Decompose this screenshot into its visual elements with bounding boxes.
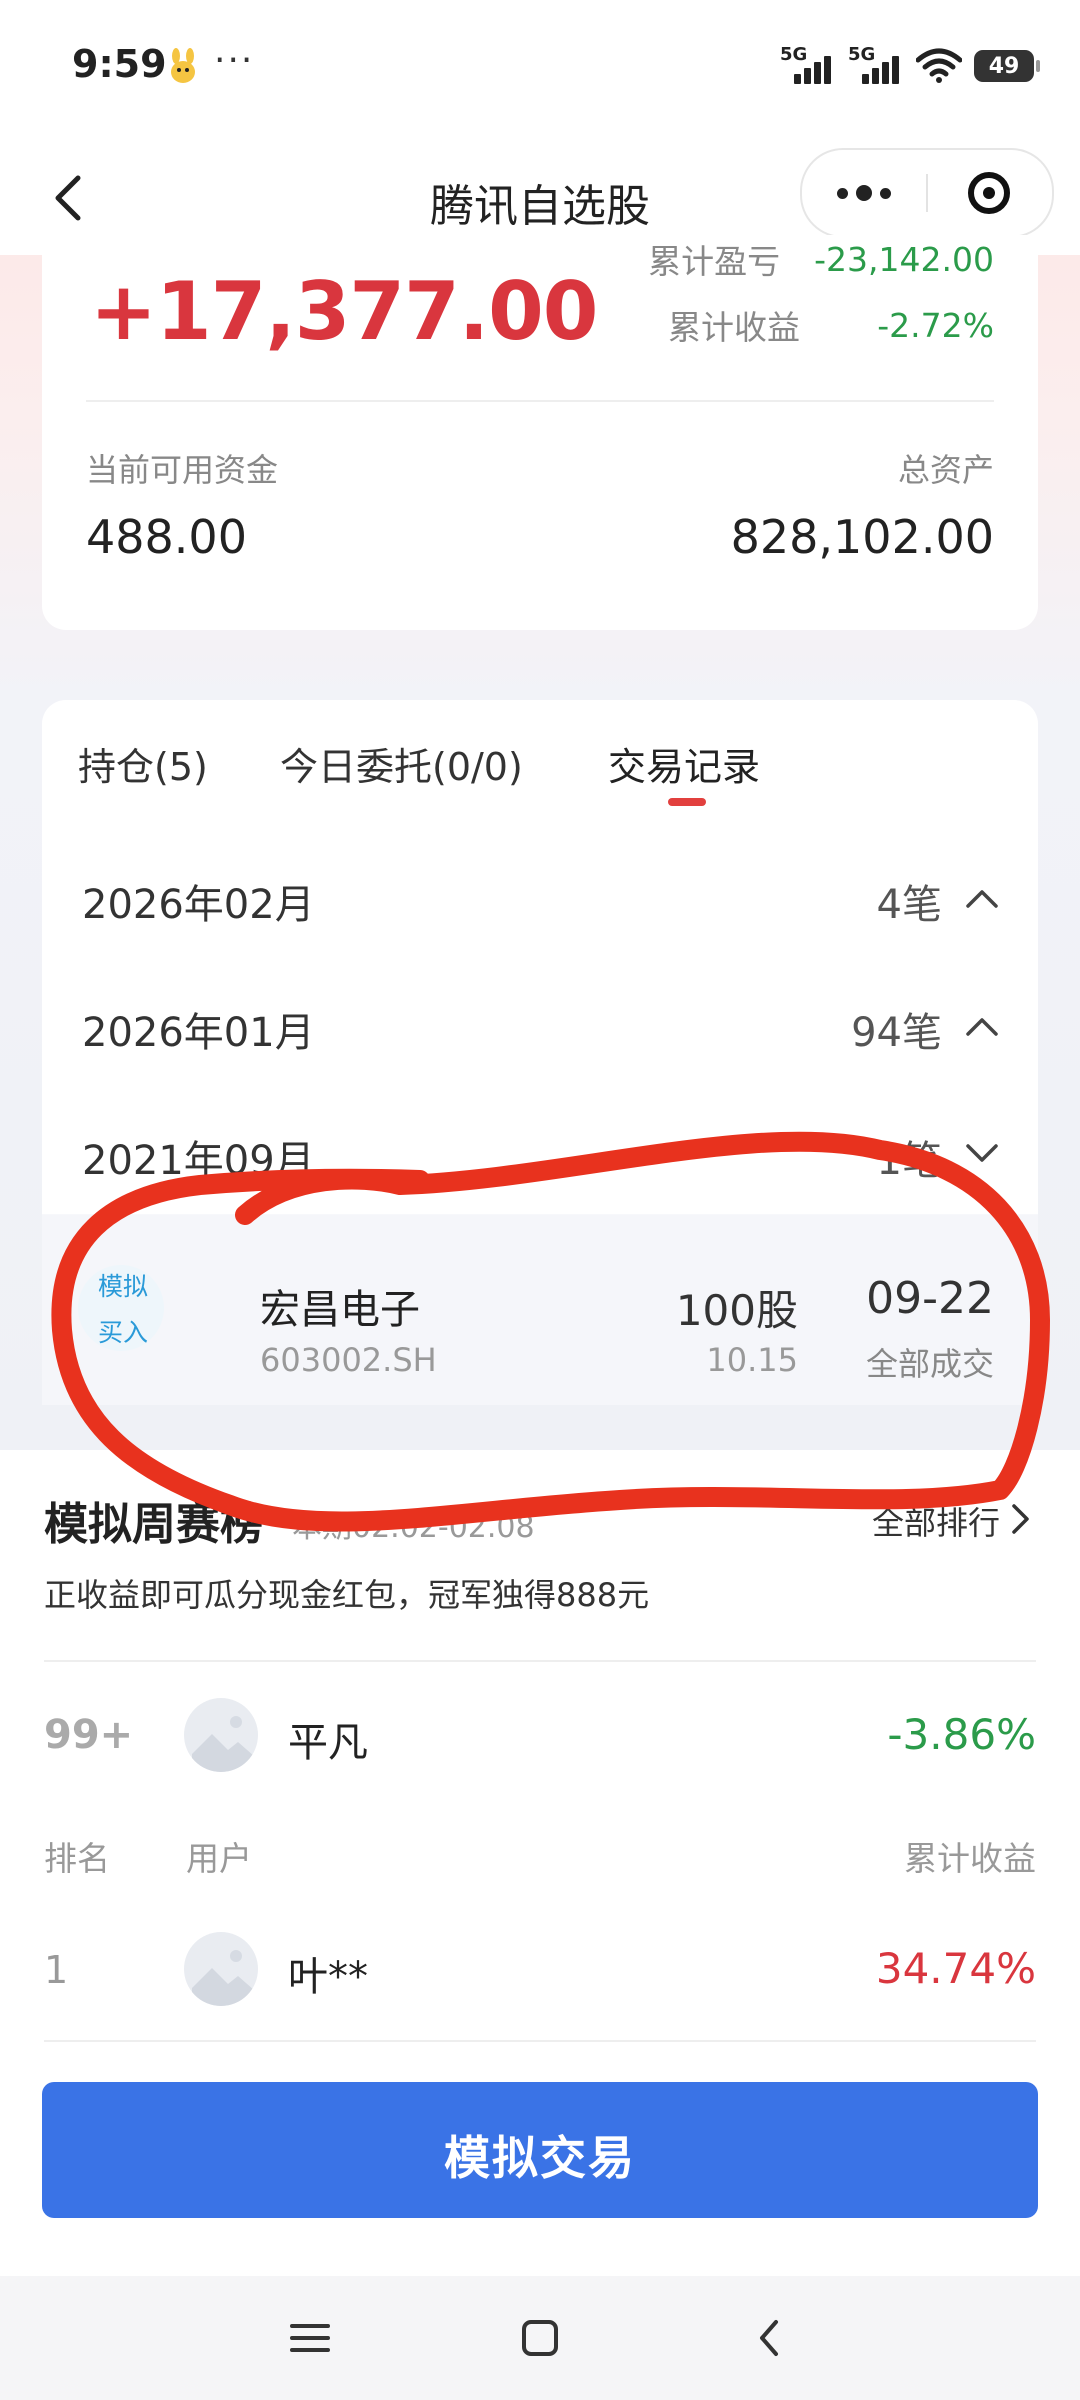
simulated-trade-label: 模拟交易: [444, 2131, 636, 2185]
stock-code: 603002.SH: [260, 1341, 437, 1379]
month-row[interactable]: 2026年02月 4笔: [42, 830, 1038, 958]
rank-header: 排名: [44, 1839, 110, 1878]
view-all-rankings-link[interactable]: 全部排行: [872, 1498, 1000, 1544]
target-icon[interactable]: [968, 172, 1010, 214]
user-return: 34.74%: [875, 1944, 1036, 1993]
cumulative-pnl-label: 累计盈亏: [648, 242, 781, 281]
avatar: [184, 1698, 258, 1772]
miniapp-capsule: [800, 148, 1054, 238]
month-label: 2026年01月: [82, 1010, 315, 1056]
mascot-icon: [171, 48, 195, 83]
more-dots-icon[interactable]: [802, 150, 926, 236]
chevron-up-icon: [966, 890, 998, 908]
badge-line-1: 模拟: [98, 1272, 149, 1301]
status-time: 9:59: [72, 42, 167, 86]
system-navigation-bar: [0, 2276, 1080, 2400]
user-header: 用户: [186, 1839, 252, 1878]
trade-type-badge: 模拟 买入: [78, 1265, 164, 1351]
my-user-name: 平凡: [288, 1720, 368, 1766]
tab-holdings[interactable]: 持仓(5): [78, 736, 208, 791]
user-name: 叶**: [288, 1954, 368, 2000]
available-funds-value: 488.00: [86, 510, 247, 564]
month-row[interactable]: 2026年01月 94笔: [42, 958, 1038, 1086]
account-summary-card: +17,377.00 累计盈亏 -23,142.00 累计收益 -2.72% 当…: [42, 235, 1038, 630]
chevron-right-icon[interactable]: [1008, 1502, 1034, 1536]
cumulative-return-label: 累计收益: [668, 308, 800, 347]
tab-today-orders[interactable]: 今日委托(0/0): [280, 736, 523, 791]
back-icon[interactable]: [746, 2314, 794, 2362]
my-return: -3.86%: [887, 1710, 1036, 1759]
cumulative-return-row: 累计收益 -2.72%: [668, 301, 994, 349]
home-icon[interactable]: [516, 2314, 564, 2362]
simulated-trade-button[interactable]: 模拟交易: [42, 2082, 1038, 2218]
trade-date: 09-22: [866, 1273, 994, 1324]
divider: [44, 2040, 1036, 2042]
wifi-icon: [916, 48, 962, 83]
active-tab-indicator: [668, 798, 706, 806]
tab-trade-records[interactable]: 交易记录: [608, 736, 760, 791]
rank-number: 1: [44, 1948, 69, 1992]
cumulative-pnl-row: 累计盈亏 -23,142.00: [648, 235, 994, 283]
chevron-down-icon: [966, 1144, 998, 1162]
leaderboard-period: 本期02.02-02.08: [292, 1510, 535, 1545]
trade-record-item[interactable]: 模拟 买入 宏昌电子 603002.SH 100股 10.15 09-22 全部…: [42, 1215, 1038, 1405]
month-label: 2026年02月: [82, 882, 315, 928]
avatar-placeholder-icon: [192, 1716, 254, 1772]
total-assets-label: 总资产: [897, 451, 994, 489]
signal-icon: 5G: [780, 44, 836, 86]
cumulative-return-value: -2.72%: [877, 305, 994, 345]
status-dots: ···: [214, 40, 255, 81]
daily-profit: +17,377.00: [90, 265, 598, 358]
chevron-up-icon: [966, 1018, 998, 1036]
divider: [86, 400, 994, 402]
status-bar: 9:59 ··· 5G 5G 49: [0, 0, 1080, 140]
leaderboard-title: 模拟周赛榜: [44, 1499, 264, 1550]
menu-icon[interactable]: [286, 2314, 334, 2362]
status-indicators: 5G 5G 49: [780, 44, 1040, 88]
cumulative-pnl-value: -23,142.00: [814, 239, 994, 279]
avatar: [184, 1932, 258, 2006]
total-assets-value: 828,102.00: [730, 510, 994, 564]
avatar-placeholder-icon: [192, 1950, 254, 2006]
trade-price: 10.15: [706, 1341, 798, 1379]
signal-label: 5G: [848, 44, 876, 65]
month-label: 2021年09月: [82, 1138, 315, 1184]
my-rank: 99+: [44, 1712, 134, 1758]
battery-icon: 49: [974, 50, 1040, 82]
return-header: 累计收益: [904, 1839, 1036, 1878]
signal-icon: 5G: [848, 44, 904, 86]
month-count: 94笔: [851, 1010, 942, 1056]
month-row[interactable]: 2021年09月 1笔: [42, 1086, 1038, 1214]
trade-records-card: 持仓(5) 今日委托(0/0) 交易记录 2026年02月 4笔 2026年01…: [42, 700, 1038, 1405]
leaderboard-description: 正收益即可瓜分现金红包，冠军独得888元: [44, 1576, 650, 1614]
available-funds-label: 当前可用资金: [86, 451, 279, 489]
stock-name: 宏昌电子: [260, 1287, 420, 1333]
capsule-divider: [926, 174, 928, 212]
month-count: 1笔: [876, 1138, 942, 1184]
divider: [44, 1660, 1036, 1662]
signal-label: 5G: [780, 44, 808, 65]
tab-bar: 持仓(5) 今日委托(0/0) 交易记录: [42, 700, 1038, 830]
badge-line-2: 买入: [98, 1318, 149, 1347]
month-count: 4笔: [876, 882, 942, 928]
trade-status: 全部成交: [865, 1345, 994, 1383]
trade-quantity: 100股: [675, 1286, 798, 1335]
